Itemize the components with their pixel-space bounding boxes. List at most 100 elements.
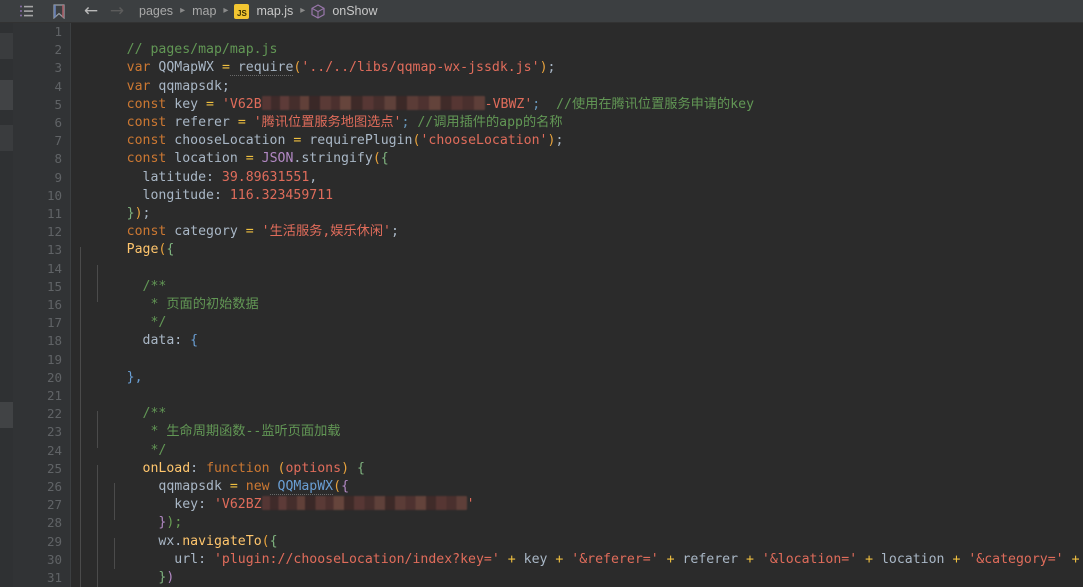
ide-window: ← → pages ▸ map ▸ JS map.js ▸ onShow 123… (0, 0, 1083, 587)
code-token: + (547, 552, 571, 567)
line-number: 11 (18, 205, 62, 223)
redacted-api-key (262, 496, 467, 510)
code-line: onLoad: function (options) { (79, 442, 365, 460)
code-token: ) (540, 60, 548, 75)
js-file-icon: JS (234, 4, 249, 19)
line-number: 29 (18, 533, 62, 551)
hamburger-list-icon[interactable] (16, 0, 38, 22)
line-number: 31 (18, 569, 62, 587)
code-token: require (230, 60, 294, 76)
code-line: qqmapsdk = new QQMapWX({ (79, 460, 349, 478)
code-token: + (738, 552, 762, 567)
code-token: + (659, 552, 683, 567)
code-token: key (524, 552, 548, 567)
code-line: const chooseLocation = requirePlugin('ch… (79, 114, 563, 132)
method-cube-icon (311, 4, 325, 19)
breadcrumb-separator: ▸ (174, 6, 191, 16)
line-number: 27 (18, 496, 62, 514)
code-token: category (166, 224, 245, 239)
stripe-marker[interactable] (0, 33, 13, 59)
code-line: longitude: 116.323459711 (79, 169, 333, 187)
navigate-forward-button[interactable]: → (104, 0, 130, 22)
code-line: */ (79, 423, 166, 441)
stripe-marker[interactable] (0, 402, 13, 428)
code-token: ; (548, 60, 556, 75)
code-line: var qqmapsdk; (79, 59, 230, 77)
code-line: /** (79, 260, 166, 278)
breadcrumb-item-pages[interactable]: pages (138, 4, 174, 18)
line-number: 8 (18, 150, 62, 168)
line-number: 1 (18, 23, 62, 41)
breadcrumb-separator: ▸ (217, 6, 234, 16)
navigate-back-button[interactable]: ← (78, 0, 104, 22)
code-line: const referer = '腾讯位置服务地图选点'; //调用插件的app… (79, 96, 563, 114)
code-token: + (945, 552, 969, 567)
code-token: : (174, 333, 190, 348)
code-token: ; (555, 133, 563, 148)
line-number: 28 (18, 514, 62, 532)
line-number: 10 (18, 187, 62, 205)
line-number: 20 (18, 369, 62, 387)
code-token: } (127, 370, 135, 385)
line-number: 16 (18, 296, 62, 314)
code-token: '&location=' (762, 552, 857, 567)
code-token: ; (391, 224, 399, 239)
code-token: //使用在腾讯位置服务申请的key (540, 97, 754, 112)
line-number: 2 (18, 41, 62, 59)
line-number: 22 (18, 405, 62, 423)
code-line: }, (79, 351, 143, 369)
code-token: '&category=' (968, 552, 1063, 567)
line-number: 4 (18, 78, 62, 96)
line-number: 19 (18, 351, 62, 369)
line-number: 7 (18, 132, 62, 150)
code-line: * 页面的初始数据 (79, 278, 259, 296)
code-line: }) (79, 551, 174, 569)
code-token: data (127, 333, 175, 348)
code-token: { (190, 333, 198, 348)
line-number: 6 (18, 114, 62, 132)
line-number: 24 (18, 442, 62, 460)
breadcrumb-item-mapjs[interactable]: map.js (255, 4, 294, 18)
breadcrumb-toolbar: ← → pages ▸ map ▸ JS map.js ▸ onShow (0, 0, 1083, 23)
code-token: + (857, 552, 881, 567)
code-line: data: { (79, 314, 198, 332)
code-line: wx.navigateTo({ (79, 514, 278, 532)
line-number: 5 (18, 96, 62, 114)
code-token: '../../libs/qqmap-wx-jssdk.js' (301, 60, 539, 75)
code-line: * 生命周期函数--监听页面加载 (79, 405, 340, 423)
bookmark-icon[interactable] (48, 0, 70, 22)
stripe-marker[interactable] (0, 125, 13, 151)
code-token: , (135, 370, 143, 385)
code-line: */ (79, 296, 166, 314)
code-line: const category = '生活服务,娱乐休闲'; (79, 205, 399, 223)
code-line: url: 'plugin://chooseLocation/index?key=… (79, 533, 1083, 551)
code-token: Page (127, 242, 159, 257)
line-number-gutter[interactable]: 1234567891011121314151617181920212223242… (13, 23, 71, 587)
code-token: 'V62BZ (214, 497, 262, 512)
line-number: 13 (18, 241, 62, 259)
code-line: const location = JSON.stringify({ (79, 132, 389, 150)
breadcrumb-item-onshow[interactable]: onShow (331, 4, 378, 18)
line-number: 12 (18, 223, 62, 241)
code-token: { (357, 461, 365, 476)
code-line: }, (79, 569, 158, 587)
line-number: 17 (18, 314, 62, 332)
line-number: 21 (18, 387, 62, 405)
code-line: var QQMapWX = require('../../libs/qqmap-… (79, 41, 555, 59)
code-token: 'plugin://chooseLocation/index?key=' (214, 552, 500, 567)
code-line: const key = 'V62B-VBWZ'; //使用在腾讯位置服务申请的k… (79, 78, 754, 96)
line-number: 9 (18, 169, 62, 187)
code-line: /** (79, 387, 166, 405)
editor-marker-stripe[interactable] (0, 23, 13, 587)
breadcrumb-item-map[interactable]: map (191, 4, 217, 18)
code-token: + (500, 552, 524, 567)
breadcrumb: pages ▸ map ▸ JS map.js ▸ onShow (138, 4, 379, 19)
code-editor-area[interactable]: // pages/map/map.js var QQMapWX = requir… (71, 23, 1083, 587)
code-token: { (166, 242, 174, 257)
stripe-marker[interactable] (0, 80, 13, 110)
line-number: 3 (18, 59, 62, 77)
breadcrumb-separator: ▸ (294, 6, 311, 16)
code-token: + (1064, 552, 1083, 567)
code-token: ' (467, 497, 475, 512)
line-number: 30 (18, 551, 62, 569)
